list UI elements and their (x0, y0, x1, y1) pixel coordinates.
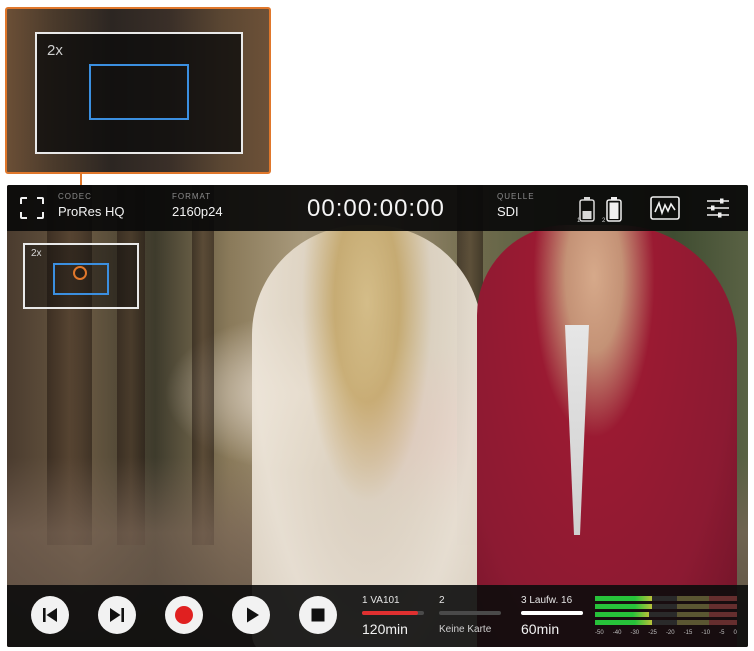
audio-meter-level (595, 604, 652, 609)
audio-meter-warning-zone (677, 620, 709, 625)
bride-figure (252, 225, 482, 647)
fullscreen-icon[interactable] (19, 196, 45, 220)
audio-meter-warning-zone (677, 604, 709, 609)
audio-meter-scale-tick: -5 (719, 630, 725, 636)
stop-button[interactable] (299, 596, 337, 634)
audio-meters[interactable]: -50 -40 -30 -25 -20 -15 -10 -5 0 (595, 594, 737, 638)
format-value: 2160p24 (172, 204, 223, 219)
source-label: QUELLE (497, 192, 535, 201)
slot-remaining-time: 60min (521, 621, 560, 637)
record-icon (175, 606, 193, 624)
timecode-display[interactable]: 00:00:00:00 (307, 195, 445, 223)
audio-meter-level (595, 612, 649, 617)
slot-capacity-fill (521, 611, 583, 615)
skip-back-icon (43, 608, 57, 622)
audio-meter-channel (595, 620, 737, 625)
slot-capacity-bar (521, 611, 583, 615)
transport-bar: 1 VA101 120min 2 Keine Karte 3 Laufw. 16… (7, 585, 748, 647)
slot-status-text: Keine Karte (439, 624, 492, 635)
waveform-scope-icon[interactable] (650, 196, 680, 220)
skip-forward-button[interactable] (98, 596, 136, 634)
battery-2-label: 2 (602, 218, 606, 223)
record-button[interactable] (165, 596, 203, 634)
media-slot-1[interactable]: 1 VA101 120min (362, 595, 424, 637)
format-label: FORMAT (172, 192, 212, 201)
audio-meter-scale-tick: -15 (683, 630, 693, 636)
slot-name: 2 (439, 595, 445, 606)
slot-remaining-time: 120min (362, 621, 408, 637)
audio-meter-peak-zone (708, 620, 737, 625)
zoom-preview-frame: 2x (35, 32, 243, 154)
codec-field[interactable]: CODEC ProRes HQ (58, 192, 124, 219)
audio-meter-channel (595, 604, 737, 609)
zoom-region-box (89, 64, 189, 120)
format-field[interactable]: FORMAT 2160p24 (172, 192, 223, 219)
source-value: SDI (497, 204, 519, 219)
audio-meter-warning-zone (677, 596, 709, 601)
audio-meter-scale-tick: -40 (612, 630, 622, 636)
skip-forward-icon (110, 608, 124, 622)
media-slot-3[interactable]: 3 Laufw. 16 60min (521, 595, 583, 637)
audio-meter-peak-zone (708, 612, 737, 617)
zoom-callout: 2x (5, 7, 271, 174)
slot-capacity-bar (362, 611, 424, 615)
media-slot-2[interactable]: 2 Keine Karte (439, 595, 501, 635)
slot-capacity-fill (362, 611, 418, 615)
zoom-level-label: 2x (47, 42, 63, 59)
audio-meter-warning-zone (677, 612, 709, 617)
audio-meter-scale: -50 -40 -30 -25 -20 -15 -10 -5 0 (595, 630, 737, 636)
audio-meter-level (595, 596, 652, 601)
groom-figure (477, 225, 737, 647)
settings-sliders-icon[interactable] (705, 196, 731, 220)
play-button[interactable] (232, 596, 270, 634)
status-bar: CODEC ProRes HQ FORMAT 2160p24 00:00:00:… (7, 185, 748, 231)
audio-meter-scale-tick: -20 (665, 630, 675, 636)
slot-name: 3 Laufw. 16 (521, 595, 573, 606)
audio-meter-peak-zone (708, 604, 737, 609)
audio-meter-scale-tick: -25 (648, 630, 657, 636)
codec-value: ProRes HQ (58, 204, 125, 219)
callout-anchor-point (73, 266, 87, 280)
audio-meter-level (595, 620, 652, 625)
stop-icon (311, 608, 325, 622)
slot-capacity-bar (439, 611, 501, 615)
audio-meter-scale-tick: 0 (733, 630, 737, 636)
audio-meter-scale-tick: -50 (595, 630, 604, 636)
slot-name: 1 VA101 (362, 595, 400, 606)
zoom-level-label: 2x (31, 248, 42, 259)
audio-meter-peak-zone (708, 596, 737, 601)
monitor-screen[interactable]: CODEC ProRes HQ FORMAT 2160p24 00:00:00:… (7, 185, 748, 647)
skip-back-button[interactable] (31, 596, 69, 634)
battery-icon[interactable]: 1 2 (577, 195, 632, 223)
play-icon (247, 607, 259, 623)
codec-label: CODEC (58, 192, 92, 201)
audio-meter-channel (595, 596, 737, 601)
audio-meter-scale-tick: -30 (630, 630, 640, 636)
audio-meter-scale-tick: -10 (701, 630, 711, 636)
source-field[interactable]: QUELLE SDI (497, 192, 535, 219)
audio-meter-channel (595, 612, 737, 617)
